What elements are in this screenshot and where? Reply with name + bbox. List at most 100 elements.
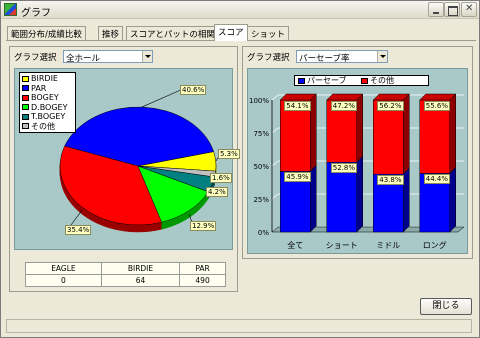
bar-segment — [373, 99, 404, 175]
pie-legend-item: D.BOGEY — [22, 103, 73, 113]
birdie-header: BIRDIE — [100, 262, 181, 275]
title-bar[interactable]: グラフ — [1, 1, 479, 19]
chevron-down-icon[interactable] — [377, 51, 387, 62]
pie-slice-side — [154, 222, 158, 231]
pie-percent-label: 4.2% — [206, 187, 228, 197]
pie-legend-item: その他 — [22, 122, 73, 132]
bar-legend: パーセーブ その他 — [294, 75, 429, 86]
bar-side — [310, 93, 317, 173]
right-graph-select-value: パーセーブ率 — [299, 54, 350, 64]
legend-swatch — [22, 85, 29, 92]
pie-slice-side — [143, 224, 147, 233]
bar-segment — [419, 99, 450, 174]
pie-legend-item: BOGEY — [22, 93, 73, 103]
minimize-button[interactable] — [428, 2, 444, 17]
pie-leader-line — [141, 88, 184, 108]
pie-slice-side — [119, 223, 123, 232]
pie-legend-item: T.BOGEY — [22, 112, 73, 122]
legend-label: パーセーブ — [307, 76, 347, 85]
right-graph-select[interactable]: パーセーブ率 — [296, 50, 388, 64]
pie-chart-panel: BIRDIE PAR BOGEY D.BOGEY T.BOGEY その他 5.3% 40.6… — [14, 68, 240, 250]
bar-side — [449, 166, 456, 233]
pie-percent-label: 1.6% — [210, 173, 232, 183]
legend-label: その他 — [370, 76, 394, 85]
pie-percent-label: 40.6% — [180, 85, 207, 95]
pie-slice-side — [103, 218, 107, 228]
eagle-header: EAGLE — [25, 262, 102, 275]
pie-slice-side — [106, 219, 110, 229]
y-tick-label: 50% — [253, 163, 269, 171]
pie-slice-side — [99, 216, 102, 226]
legend-label: BOGEY — [31, 93, 59, 102]
tab-range-distribution[interactable]: 範囲分布/成績比較 — [7, 26, 86, 41]
pie-percent-label: 35.4% — [65, 225, 92, 235]
bar-value-label: 55.6% — [423, 101, 450, 111]
pie-legend-item: PAR — [22, 84, 73, 94]
pie-slice-side — [108, 220, 112, 229]
pie-slice-side — [116, 222, 120, 231]
close-button[interactable]: 閉じる — [420, 298, 472, 315]
par-count: 490 — [179, 274, 226, 287]
pie-slice-side — [164, 220, 168, 229]
pie-slice-side — [124, 223, 128, 232]
status-bar — [6, 319, 472, 333]
tab-trend[interactable]: 推移 — [98, 26, 124, 41]
bar-side — [403, 93, 410, 175]
pie-legend: BIRDIE PAR BOGEY D.BOGEY T.BOGEY その他 — [19, 72, 76, 133]
pie-slice-side — [127, 224, 131, 232]
bar-top — [279, 93, 317, 101]
pie-slice-side — [161, 221, 165, 230]
y-tick-label: 25% — [253, 196, 269, 204]
pie-slice-side — [148, 223, 153, 232]
pie-slice-side — [171, 217, 175, 227]
x-category-label: ミドル — [376, 241, 400, 250]
bar-top — [326, 93, 364, 101]
bar-chart-panel: 0% 25% 50% 75% 100% 全て ショート ミドル ロング 45.9% 54.1% 52… — [247, 68, 468, 254]
bar-value-label: 44.4% — [423, 174, 450, 185]
bar-value-label: 43.8% — [377, 175, 404, 186]
tab-shot[interactable]: ショット — [247, 26, 290, 41]
legend-label: T.BOGEY — [31, 112, 66, 121]
bar-side — [449, 93, 456, 174]
legend-swatch — [22, 75, 29, 82]
legend-swatch — [298, 78, 305, 84]
tab-score[interactable]: スコア — [214, 24, 248, 41]
pie-slice-side — [101, 217, 105, 227]
legend-swatch — [22, 123, 29, 130]
tab-score-putt-correlation[interactable]: スコアとパットの相関 — [126, 26, 219, 41]
pie-percent-label: 12.9% — [190, 221, 217, 231]
y-tick-label: 75% — [253, 130, 269, 138]
pie-legend-item: BIRDIE — [22, 74, 73, 84]
legend-item-other: その他 — [361, 76, 394, 86]
x-category-label: ショート — [326, 241, 358, 250]
left-graph-select-value: 全ホール — [66, 54, 101, 64]
app-icon — [4, 3, 17, 16]
left-graph-select[interactable]: 全ホール — [63, 50, 153, 64]
bar-value-label: 52.8% — [330, 163, 357, 174]
graph-window: グラフ 範囲分布/成績比較 推移 スコアとパットの相関 スコア ショット グラフ… — [0, 0, 480, 338]
legend-swatch — [22, 113, 29, 120]
bar-side — [403, 167, 410, 233]
legend-label: D.BOGEY — [31, 102, 68, 112]
pie-slice-side — [132, 224, 136, 233]
pie-slice-side — [113, 221, 118, 231]
score-table-header-row: EAGLE BIRDIE PAR — [25, 262, 226, 275]
pie-slice-side — [146, 224, 150, 232]
y-tick-label: 100% — [249, 97, 269, 105]
window-title: グラフ — [21, 8, 51, 19]
legend-swatch — [361, 78, 368, 84]
legend-label: その他 — [31, 121, 55, 131]
stacked-bar-chart: 0% 25% 50% 75% 100% 全て ショート ミドル ロング — [249, 93, 465, 250]
chevron-down-icon[interactable] — [142, 51, 152, 62]
maximize-button[interactable] — [444, 2, 460, 17]
pie-slice-side — [138, 224, 142, 233]
legend-swatch — [22, 104, 29, 111]
pie-percent-label: 5.3% — [218, 149, 240, 159]
pie-slice-side — [166, 219, 170, 229]
close-window-button[interactable] — [461, 2, 477, 17]
legend-item-parsave: パーセーブ — [298, 76, 347, 86]
right-select-label: グラフ選択 — [247, 53, 290, 63]
pie-slice-side — [129, 224, 134, 233]
score-table: EAGLE BIRDIE PAR 0 64 490 — [25, 262, 226, 287]
bar-value-label: 45.9% — [284, 172, 311, 183]
